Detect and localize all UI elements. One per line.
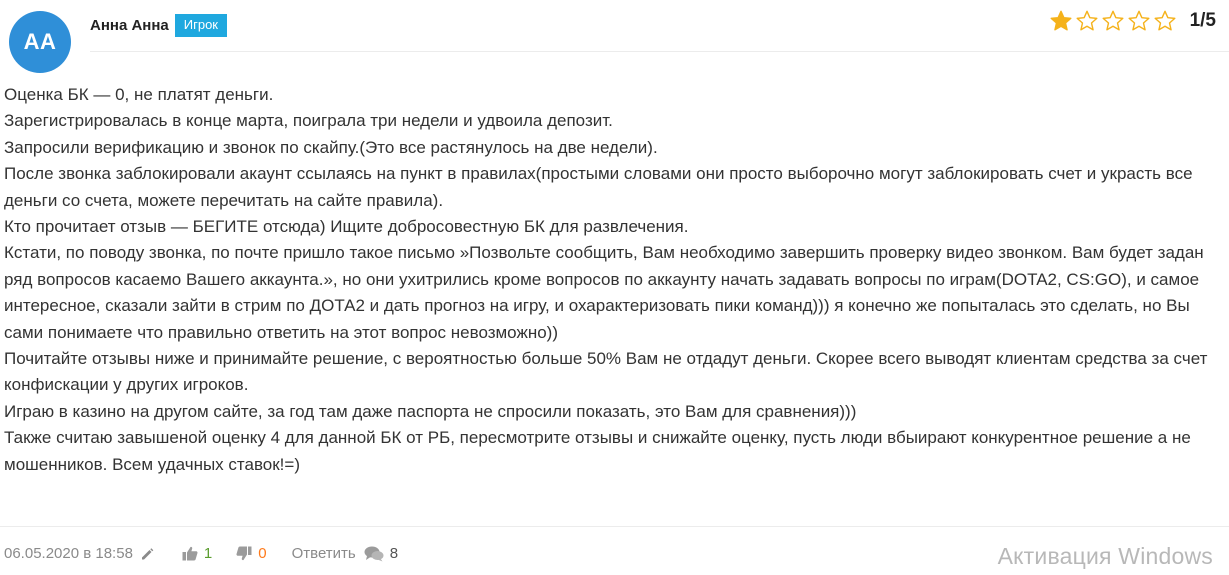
footer-divider [0,526,1229,527]
header-divider [90,51,1229,52]
windows-activation-watermark: Активация Windows [997,543,1213,569]
review-paragraph: Зарегистрировалась в конце марта, поигра… [4,111,613,131]
author-name[interactable]: Анна Анна [90,17,169,34]
review-date: 06.05.2020 в 18:58 [4,545,133,562]
chat-bubbles-icon [364,546,384,561]
dislike-button[interactable]: 0 [236,545,267,562]
likes-count: 1 [203,545,213,562]
star-empty-icon [1128,10,1150,32]
pencil-icon [141,547,154,559]
review-paragraph: Кто прочитает отзыв — БЕГИТЕ отсюда) Ищи… [4,217,689,237]
reply-button[interactable]: Ответить [292,545,356,562]
review-footer: 06.05.2020 в 18:58 1 0 Ответить 8 [4,545,398,562]
comments-count: 8 [389,545,399,562]
like-button[interactable]: 1 [182,545,212,562]
review-paragraph: Также считаю завышеной оценку 4 для данн… [4,428,1191,474]
review-card: АА Анна Анна Игрок 1/5 Оценка БК — 0, не… [0,0,1229,575]
star-filled-icon [1050,10,1072,32]
rating-stars [1050,10,1176,32]
thumbs-down-icon [236,546,252,561]
rating: 1/5 [1050,10,1216,32]
review-paragraph: Оценка БК — 0, не платят деньги. [4,85,274,104]
star-empty-icon [1076,10,1098,32]
review-paragraph: Играю в казино на другом сайте, за год т… [4,401,857,421]
avatar[interactable]: АА [9,11,71,73]
author-info: Анна Анна Игрок [90,14,227,37]
comments-button[interactable]: 8 [364,545,398,562]
review-text: Оценка БК — 0, не платят деньги. Зарегист… [4,82,1220,478]
edit-button[interactable] [140,547,154,561]
thumbs-up-icon [182,546,198,561]
avatar-initials: АА [23,29,57,54]
review-paragraph: Кстати, по поводу звонка, по почте пришл… [4,243,1204,342]
star-empty-icon [1102,10,1124,32]
review-paragraph: После звонка заблокировали акаунт ссылая… [4,164,1193,210]
role-badge: Игрок [174,14,227,37]
star-empty-icon [1154,10,1176,32]
review-paragraph: Запросили верификацию и звонок по скайпу… [4,137,658,157]
rating-score: 1/5 [1189,10,1216,31]
dislikes-count: 0 [258,545,267,562]
review-paragraph: Почитайте отзывы ниже и принимайте решен… [4,349,1208,395]
